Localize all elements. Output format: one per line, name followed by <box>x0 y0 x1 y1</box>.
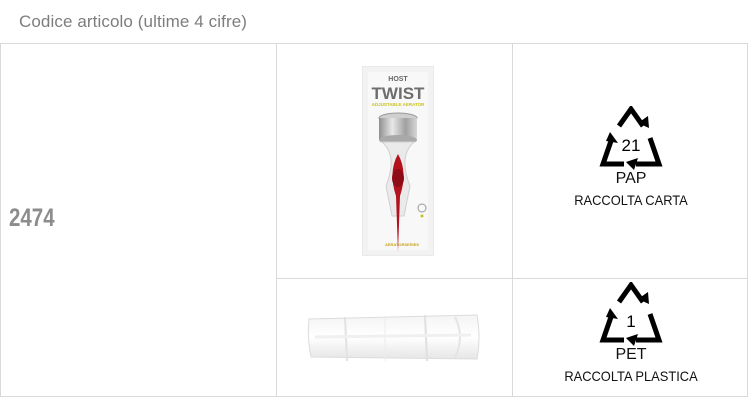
material-code: PAP <box>615 170 647 187</box>
box-brand-sub: ADJUSTABLE AERATOR <box>372 102 426 107</box>
box-brand-top: HOST <box>388 76 408 83</box>
box-series: AERATORSERIES <box>385 242 419 247</box>
product-box-cell: HOST TWIST ADJUSTABLE AERATOR AERATORSER… <box>277 44 512 278</box>
recycle-triangle-icon: 1 <box>599 282 663 346</box>
article-table: 2474 HOST TWIST ADJUSTABLE AERATOR AERAT… <box>0 43 748 397</box>
product-box-image: HOST TWIST ADJUSTABLE AERATOR AERATORSER… <box>362 66 434 256</box>
collection-label: RACCOLTA CARTA <box>574 192 688 208</box>
plastic-tube-cell <box>277 279 512 397</box>
box-brand-name: TWIST <box>372 84 425 103</box>
page-header: Codice articolo (ultime 4 cifre) <box>19 12 248 31</box>
collection-label: RACCOLTA PLASTICA <box>564 368 698 384</box>
recycle-number: 21 <box>622 136 641 155</box>
recycle-number: 1 <box>626 312 635 331</box>
article-code: 2474 <box>9 204 55 232</box>
recycle-triangle-icon: 21 <box>599 106 663 170</box>
material-code: PET <box>615 346 647 363</box>
recycle-symbol-pet: 1 PET RACCOLTA PLASTICA <box>513 282 749 385</box>
recycle-symbol-pap: 21 PAP RACCOLTA CARTA <box>513 106 749 209</box>
plastic-tube-image <box>307 314 480 362</box>
